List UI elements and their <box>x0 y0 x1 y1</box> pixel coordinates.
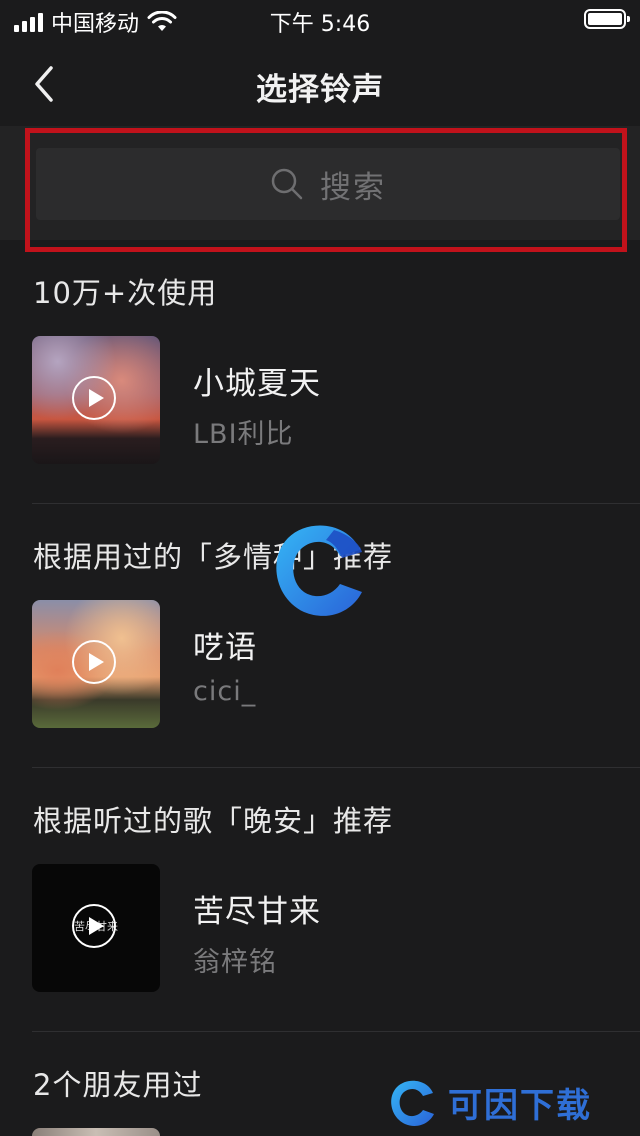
play-button[interactable] <box>72 640 116 684</box>
status-time: 下午 5:46 <box>269 12 371 37</box>
search-icon <box>271 168 303 200</box>
section-title-recommend-used: 根据用过的「多情种」推荐 <box>33 540 394 574</box>
watermark-small-logo-icon <box>391 1080 434 1126</box>
song-cover: 苦尽甘来 <box>32 864 160 992</box>
song-cover-partial[interactable] <box>32 1128 160 1136</box>
play-icon <box>88 917 104 935</box>
play-button[interactable] <box>72 376 116 420</box>
nav-bar: 选择铃声 <box>0 48 640 118</box>
song-cover <box>32 600 160 728</box>
song-title: 小城夏天 <box>193 366 321 402</box>
watermark-bottom: 可因下载 <box>386 1074 636 1130</box>
song-artist: cici_ <box>193 676 257 707</box>
song-cover <box>32 336 160 464</box>
section-title-friends: 2个朋友用过 <box>33 1068 203 1102</box>
divider <box>32 503 640 504</box>
search-placeholder: 搜索 <box>320 169 386 206</box>
song-title: 苦尽甘来 <box>193 894 321 930</box>
watermark-text: 可因下载 <box>448 1085 592 1126</box>
battery-icon <box>584 9 630 29</box>
song-artist: LBI利比 <box>193 419 294 450</box>
search-input[interactable]: 搜索 <box>36 148 620 220</box>
section-title-popular: 10万+次使用 <box>33 276 218 310</box>
page-title: 选择铃声 <box>256 72 384 108</box>
section-title-recommend-listened: 根据听过的歌「晚安」推荐 <box>33 804 394 838</box>
divider <box>32 1031 640 1032</box>
divider <box>32 767 640 768</box>
play-button[interactable] <box>72 904 116 948</box>
song-title: 呓语 <box>193 630 257 666</box>
song-item[interactable]: 苦尽甘来 苦尽甘来 翁梓铭 <box>32 864 608 994</box>
status-bar: 中国移动 下午 5:46 <box>0 0 640 40</box>
song-artist: 翁梓铭 <box>193 947 277 978</box>
song-item[interactable]: 呓语 cici_ <box>32 600 608 730</box>
play-icon <box>88 653 104 671</box>
play-icon <box>88 389 104 407</box>
song-item[interactable]: 小城夏天 LBI利比 <box>32 336 608 466</box>
